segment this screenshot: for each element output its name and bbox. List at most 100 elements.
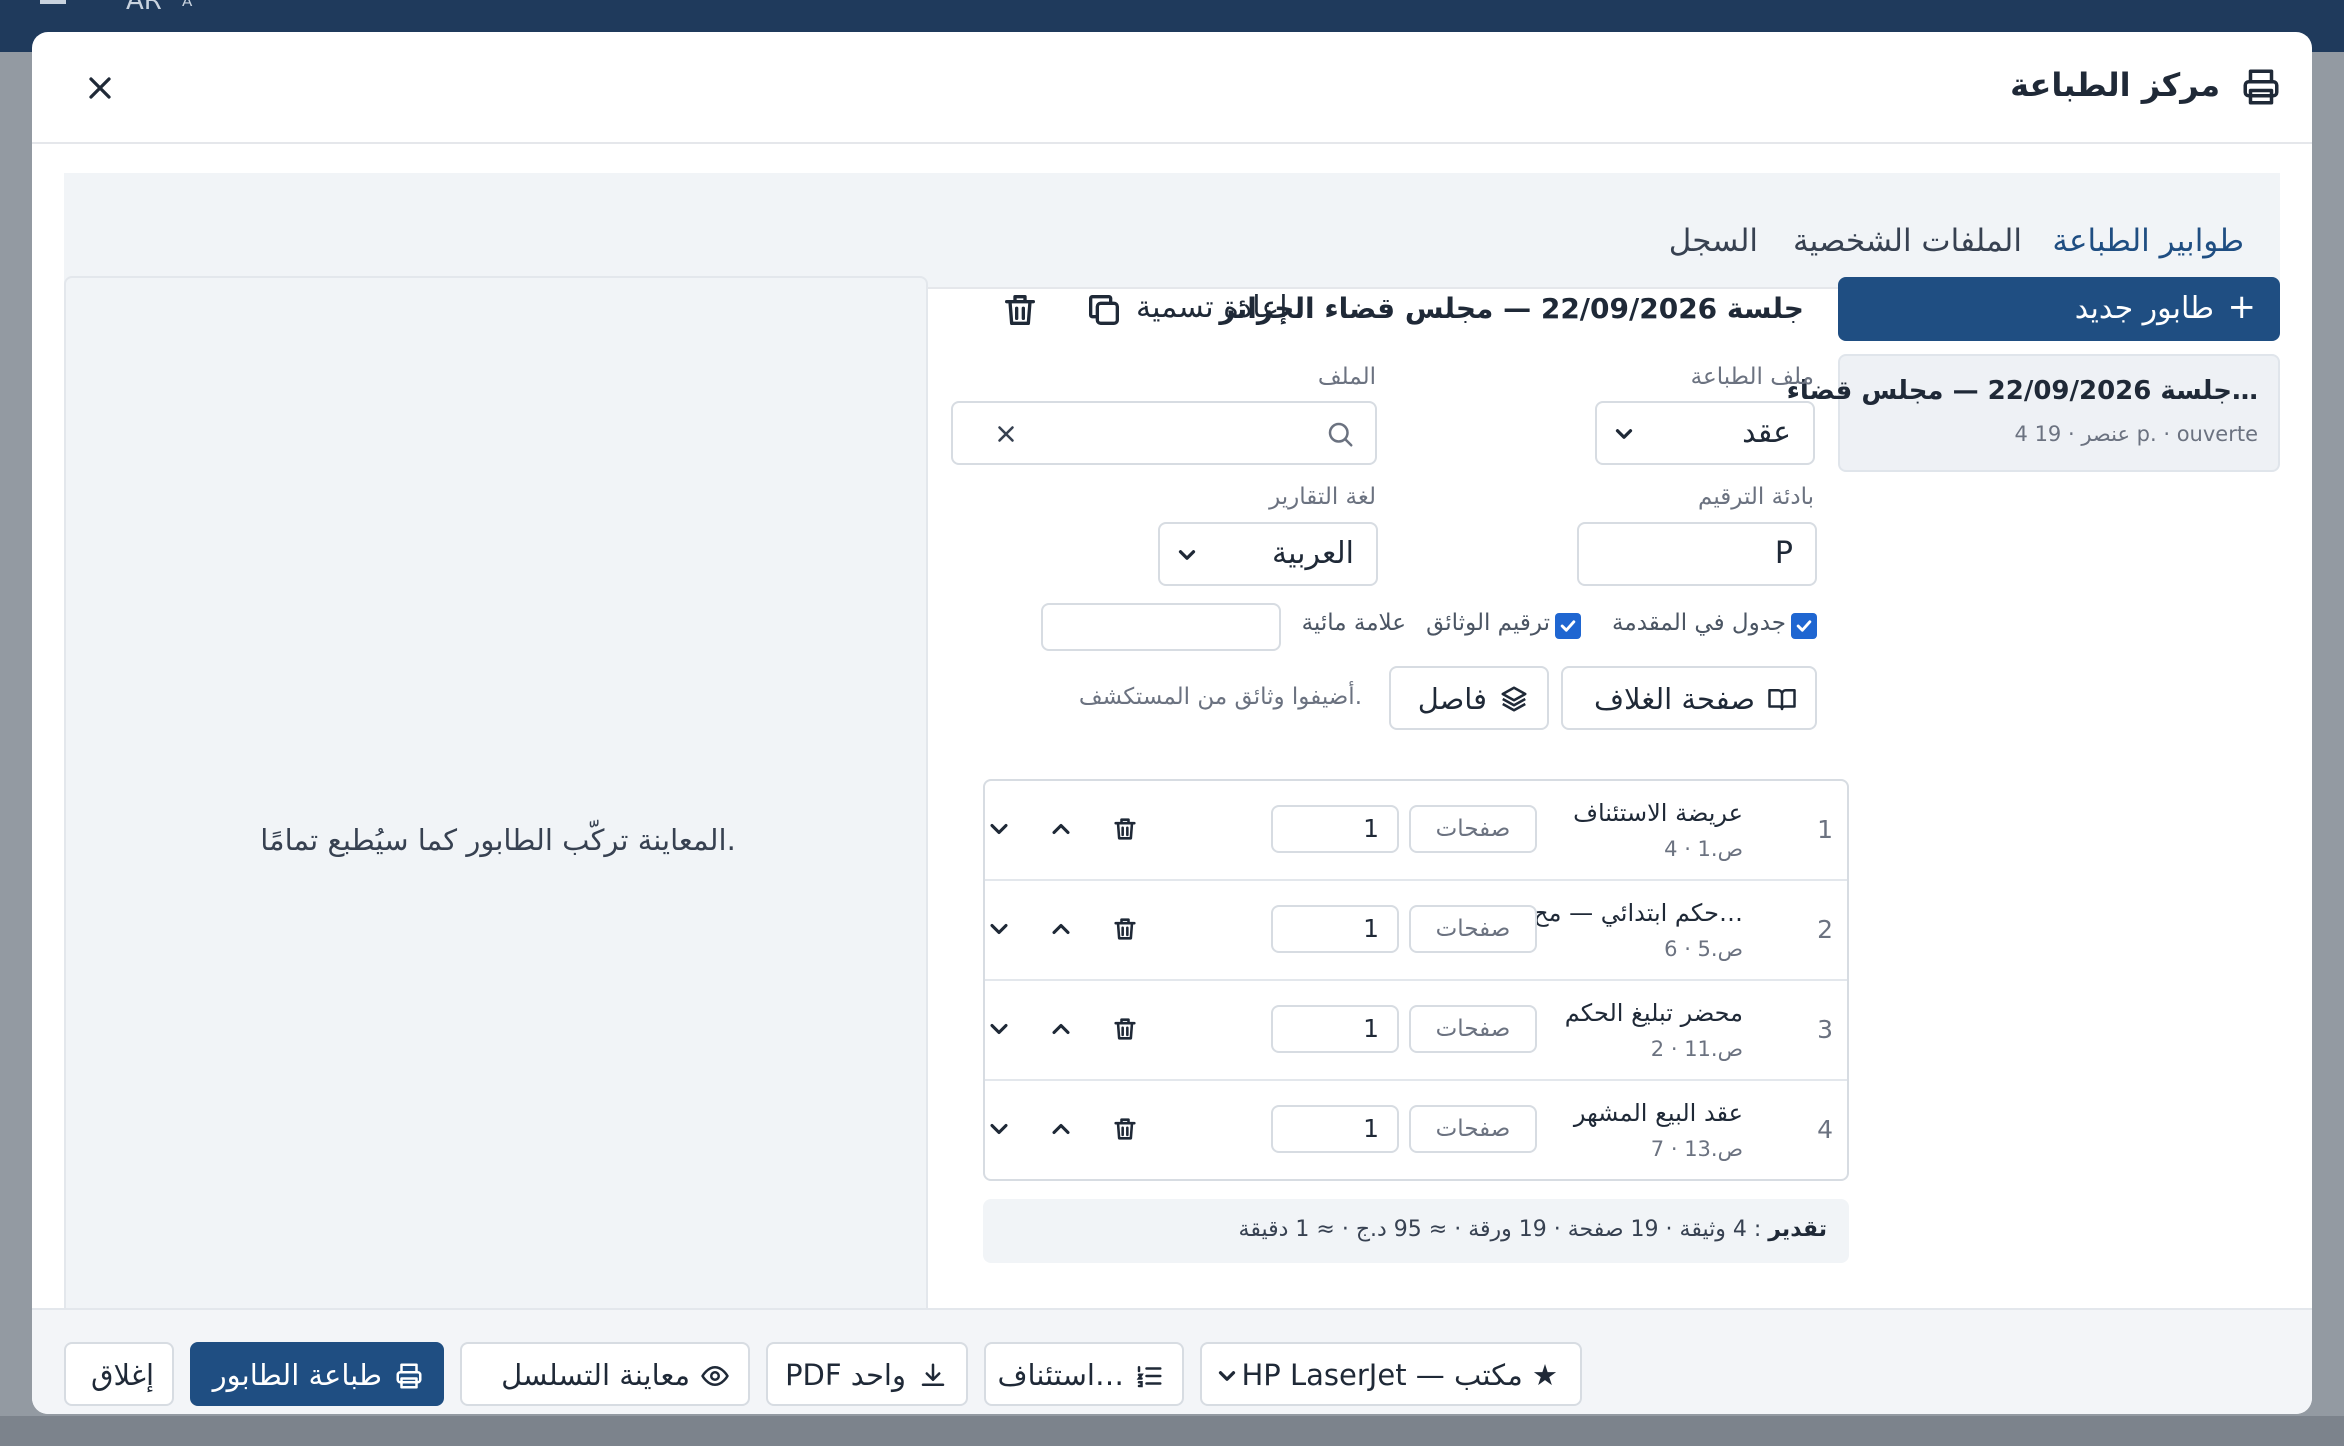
report-language-label: لغة التقارير	[1269, 484, 1376, 510]
trash-icon[interactable]	[1111, 915, 1139, 943]
rename-button[interactable]: إعادة تسمية	[1136, 290, 1288, 325]
document-name: محضر تبليغ الحكم	[1564, 999, 1743, 1027]
move-down-icon[interactable]	[985, 815, 1013, 843]
move-down-icon[interactable]	[985, 1115, 1013, 1143]
move-up-icon[interactable]	[1047, 815, 1075, 843]
preview-pane: المعاينة تركّب الطابور كما سيُطبع تمامًا…	[64, 276, 928, 1356]
documents-table: 1 عريضة الاستئناف ص.1 · 4 صفحات 1 2 حكم …	[983, 779, 1849, 1181]
file-search-input[interactable]	[951, 401, 1377, 465]
print-center-modal: مركز الطباعة طوابير الطباعة الملفات الشخ…	[32, 32, 2312, 1414]
table-row: 3 محضر تبليغ الحكم ص.11 · 2 صفحات 1	[985, 981, 1847, 1081]
numbering-prefix-input[interactable]: P	[1577, 522, 1817, 586]
search-icon	[1328, 422, 1353, 447]
single-pdf-label: PDF واحد	[785, 1358, 906, 1392]
preview-placeholder-text: المعاينة تركّب الطابور كما سيُطبع تمامًا…	[260, 823, 736, 857]
watermark-input[interactable]	[1041, 603, 1281, 651]
cover-page-label: صفحة الغلاف	[1593, 682, 1755, 716]
pages-button[interactable]: صفحات	[1409, 1005, 1537, 1053]
copies-input[interactable]: 1	[1271, 1005, 1399, 1053]
print-queue-label: طباعة الطابور	[212, 1358, 382, 1392]
new-queue-label: طابور جديد	[2074, 291, 2214, 326]
document-name: حكم ابتدائي — مح…	[1533, 899, 1743, 927]
duplicate-icon[interactable]	[1084, 290, 1124, 330]
translate-icon[interactable]: ᴬ	[182, 0, 192, 20]
eye-icon	[701, 1366, 729, 1386]
chevron-down-icon	[1218, 1371, 1236, 1381]
document-index: 4	[1817, 1115, 1833, 1144]
preview-sequence-label: معاينة التسلسل	[501, 1358, 690, 1392]
table-row: 4 عقد البيع المشهر ص.13 · 7 صفحات 1	[985, 1081, 1847, 1181]
modal-header: مركز الطباعة	[32, 32, 2312, 144]
table-row: 2 حكم ابتدائي — مح… ص.5 · 6 صفحات 1	[985, 881, 1847, 981]
resume-button[interactable]: استئناف…	[984, 1342, 1184, 1406]
move-up-icon[interactable]	[1047, 915, 1075, 943]
move-down-icon[interactable]	[985, 915, 1013, 943]
toc-checkbox[interactable]	[1791, 613, 1817, 639]
trash-icon[interactable]	[1111, 1015, 1139, 1043]
language-code[interactable]: AR	[126, 0, 162, 16]
numbering-checkbox-label: ترقيم الوثائق	[1426, 610, 1550, 636]
copies-input[interactable]: 1	[1271, 805, 1399, 853]
copies-input[interactable]: 1	[1271, 905, 1399, 953]
tab-profiles[interactable]: الملفات الشخصية	[1793, 223, 2022, 259]
report-language-value: العربية	[1272, 536, 1354, 571]
modal-title: مركز الطباعة	[2010, 66, 2220, 104]
close-icon[interactable]	[82, 70, 118, 106]
document-name: عريضة الاستئناف	[1573, 799, 1743, 827]
estimate-details: : 4 وثيقة · 19 صفحة · 19 ورقة · ≈ 95 د.ج…	[1238, 1217, 1762, 1242]
file-label: الملف	[1317, 364, 1376, 390]
print-queue-button[interactable]: طباعة الطابور	[190, 1342, 444, 1406]
trash-icon[interactable]	[1000, 290, 1040, 330]
separator-label: فاصل	[1417, 682, 1487, 716]
trash-icon[interactable]	[1111, 815, 1139, 843]
printer-icon	[2243, 69, 2279, 105]
add-documents-hint: أضيفوا وثائق من المستكشف.	[1078, 684, 1362, 710]
trash-icon[interactable]	[1111, 1115, 1139, 1143]
pages-button[interactable]: صفحات	[1409, 905, 1537, 953]
queue-list-item[interactable]: جلسة 22/09/2026 — مجلس قضاء… 4 عنصر · 19…	[1787, 354, 2280, 472]
document-name: عقد البيع المشهر	[1573, 1099, 1743, 1127]
move-up-icon[interactable]	[1047, 1115, 1075, 1143]
copies-input[interactable]: 1	[1271, 1105, 1399, 1153]
pages-button[interactable]: صفحات	[1409, 805, 1537, 853]
document-index: 3	[1817, 1015, 1833, 1044]
check-icon	[1560, 620, 1576, 632]
queue-item-name: جلسة 22/09/2026 — مجلس قضاء…	[1786, 376, 2258, 406]
single-pdf-button[interactable]: PDF واحد	[766, 1342, 968, 1406]
new-queue-button[interactable]: + طابور جديد	[1838, 277, 2280, 341]
tab-print-queues[interactable]: طوابير الطباعة	[2052, 223, 2244, 259]
app-bottom-strip	[0, 1416, 2344, 1446]
printer-select[interactable]: HP LaserJet — مكتب ★	[1200, 1342, 1582, 1406]
move-down-icon[interactable]	[985, 1015, 1013, 1043]
pages-button[interactable]: صفحات	[1409, 1105, 1537, 1153]
book-open-icon	[1768, 689, 1796, 711]
clear-icon[interactable]	[993, 421, 1019, 447]
cover-page-button[interactable]: صفحة الغلاف	[1561, 666, 1817, 730]
watermark-label: علامة مائية	[1301, 610, 1406, 636]
menu-icon[interactable]	[40, 0, 66, 4]
numbering-checkbox[interactable]	[1555, 613, 1581, 639]
profile-select[interactable]: عقد	[1595, 401, 1815, 465]
numbering-prefix-value: P	[1774, 536, 1793, 571]
table-row: 1 عريضة الاستئناف ص.1 · 4 صفحات 1	[985, 781, 1847, 881]
tabs-bar: طوابير الطباعة الملفات الشخصية السجل	[64, 173, 2280, 289]
modal-footer: إغلاق طباعة الطابور معاينة التسلسل PDF و…	[32, 1308, 2312, 1414]
toc-checkbox-label: جدول في المقدمة	[1612, 610, 1786, 636]
printer-icon	[396, 1363, 422, 1389]
print-estimate: تقدير : 4 وثيقة · 19 صفحة · 19 ورقة · ≈ …	[983, 1199, 1849, 1263]
printer-select-value: HP LaserJet — مكتب ★	[1241, 1358, 1558, 1392]
document-pages: ص.5 · 6	[1664, 937, 1743, 961]
queue-title: جلسة 22/09/2026 — مجلس قضاء الجزائر	[1219, 292, 1804, 325]
document-index: 1	[1817, 815, 1833, 844]
report-language-select[interactable]: العربية	[1158, 522, 1378, 586]
tab-history[interactable]: السجل	[1669, 223, 1758, 259]
plus-icon: +	[2227, 287, 2257, 327]
separator-button[interactable]: فاصل	[1389, 666, 1549, 730]
preview-sequence-button[interactable]: معاينة التسلسل	[460, 1342, 750, 1406]
close-button[interactable]: إغلاق	[64, 1342, 174, 1406]
close-button-label: إغلاق	[90, 1358, 154, 1392]
document-pages: ص.11 · 2	[1650, 1037, 1743, 1061]
download-icon	[921, 1363, 945, 1386]
estimate-text: تقدير : 4 وثيقة · 19 صفحة · 19 ورقة · ≈ …	[1239, 1217, 1827, 1242]
move-up-icon[interactable]	[1047, 1015, 1075, 1043]
